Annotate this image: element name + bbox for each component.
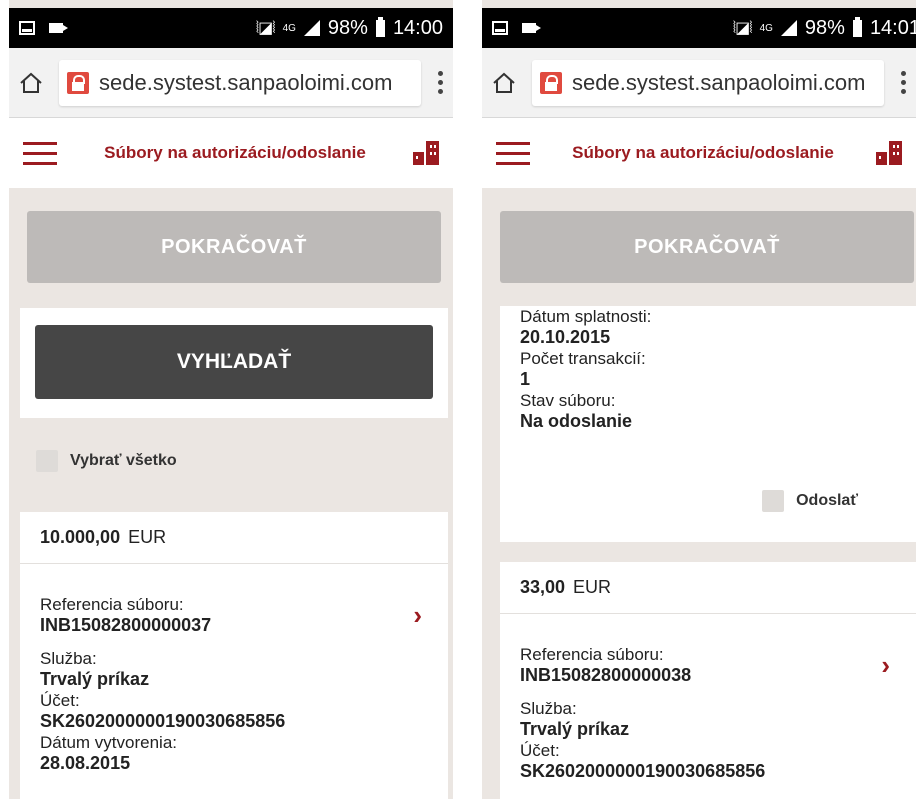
app-header: Súbory na autorizáciu/odoslanie: [482, 118, 916, 188]
send-label: Odoslať: [796, 492, 858, 509]
created-date-label: Dátum vytvorenia:: [40, 733, 177, 752]
due-date-label: Dátum splatnosti:: [520, 307, 652, 326]
service-value: Trvalý príkaz: [520, 719, 630, 739]
account-value: SK2602000000190030685856: [40, 711, 286, 731]
file-reference-label: Referencia súboru:: [40, 595, 184, 614]
search-button[interactable]: VYHĽADAŤ: [35, 325, 433, 399]
transaction-count-value: 1: [520, 369, 531, 389]
file-reference-label: Referencia súboru:: [520, 645, 664, 664]
network-type: 4G: [759, 22, 773, 34]
file-card[interactable]: 10.000,00 EUR › Referencia súboru: INB15…: [20, 512, 448, 799]
currency: EUR: [128, 527, 167, 547]
more-menu-icon[interactable]: [900, 71, 906, 94]
battery-percent: 98%: [804, 16, 845, 39]
vibrate-icon: ⦚◪⦚: [732, 20, 753, 37]
home-icon[interactable]: [19, 72, 43, 94]
more-menu-icon[interactable]: [437, 71, 443, 94]
clock: 14:01: [869, 16, 916, 39]
amount-row: 10.000,00 EUR: [20, 512, 448, 564]
file-details: › Referencia súboru: INB15082800000037 S…: [20, 564, 448, 774]
send-option[interactable]: Odoslať: [500, 490, 916, 512]
url-text: sede.systest.sanpaoloimi.com: [99, 69, 393, 95]
building-icon[interactable]: [876, 141, 902, 165]
signal-icon: [780, 20, 797, 36]
insecure-lock-icon: [67, 71, 89, 94]
file-card-previous: Dátum splatnosti: 20.10.2015 Počet trans…: [500, 306, 916, 542]
chevron-right-icon[interactable]: ›: [413, 602, 422, 628]
status-bar: ⦚◪⦚ 4G 98% 14:00: [9, 8, 453, 48]
send-checkbox[interactable]: [762, 490, 785, 512]
select-all-label: Vybrať všetko: [70, 452, 177, 469]
transaction-count-label: Počet transakcií:: [520, 349, 646, 368]
service-value: Trvalý príkaz: [40, 669, 150, 689]
file-details: › Referencia súboru: INB15082800000038 S…: [500, 614, 916, 782]
video-icon: [49, 23, 68, 33]
search-card: VYHĽADAŤ: [20, 308, 448, 418]
file-state-label: Stav súboru:: [520, 391, 616, 410]
clock: 14:00: [392, 16, 443, 39]
app-header: Súbory na autorizáciu/odoslanie: [9, 118, 453, 188]
network-type: 4G: [282, 22, 296, 34]
created-date-value: 28.08.2015: [40, 753, 131, 773]
account-label: Účet:: [40, 691, 80, 710]
phone-screen-left: ⦚◪⦚ 4G 98% 14:00 sede.systest.sanpaoloim…: [9, 0, 453, 799]
browser-toolbar: sede.systest.sanpaoloimi.com: [482, 48, 916, 118]
amount-value: 10.000,00: [40, 527, 121, 547]
page-title: Súbory na autorizáciu/odoslanie: [104, 143, 366, 162]
page-title: Súbory na autorizáciu/odoslanie: [572, 143, 834, 162]
chevron-right-icon[interactable]: ›: [881, 652, 890, 678]
url-text: sede.systest.sanpaoloimi.com: [572, 69, 866, 95]
phone-screen-right: ⦚◪⦚ 4G 98% 14:01 sede.systest.sanpaoloim…: [482, 0, 916, 799]
browser-toolbar: sede.systest.sanpaoloimi.com: [9, 48, 453, 118]
vibrate-icon: ⦚◪⦚: [255, 20, 276, 37]
account-value: SK2602000000190030685856: [520, 761, 766, 781]
amount-row: 33,00 EUR: [500, 562, 916, 614]
continue-button[interactable]: POKRAČOVAŤ: [500, 211, 914, 283]
battery-icon: [852, 16, 862, 37]
screenshot-icon: [19, 21, 35, 35]
url-field[interactable]: sede.systest.sanpaoloimi.com: [59, 59, 421, 106]
file-reference-value: INB15082800000037: [40, 615, 212, 635]
home-icon[interactable]: [492, 72, 516, 94]
building-icon[interactable]: [413, 141, 439, 165]
service-label: Služba:: [520, 699, 577, 718]
service-label: Služba:: [40, 649, 97, 668]
screenshot-icon: [492, 21, 508, 35]
signal-icon: [303, 20, 320, 36]
select-all-checkbox[interactable]: [36, 450, 58, 472]
due-date-value: 20.10.2015: [520, 327, 611, 347]
amount-value: 33,00: [520, 577, 566, 597]
url-field[interactable]: sede.systest.sanpaoloimi.com: [532, 59, 884, 106]
hamburger-menu-icon[interactable]: [23, 141, 57, 165]
account-label: Účet:: [520, 741, 560, 760]
file-details: Dátum splatnosti: 20.10.2015 Počet trans…: [500, 306, 916, 432]
file-reference-value: INB15082800000038: [520, 665, 692, 685]
battery-icon: [375, 16, 385, 37]
status-bar: ⦚◪⦚ 4G 98% 14:01: [482, 8, 916, 48]
insecure-lock-icon: [540, 71, 562, 94]
currency: EUR: [573, 577, 612, 597]
file-state-value: Na odoslanie: [520, 411, 633, 431]
select-all[interactable]: Vybrať všetko: [36, 450, 177, 472]
hamburger-menu-icon[interactable]: [496, 141, 530, 165]
file-card[interactable]: 33,00 EUR › Referencia súboru: INB150828…: [500, 562, 916, 799]
video-icon: [522, 23, 541, 33]
continue-button[interactable]: POKRAČOVAŤ: [27, 211, 441, 283]
battery-percent: 98%: [327, 16, 368, 39]
